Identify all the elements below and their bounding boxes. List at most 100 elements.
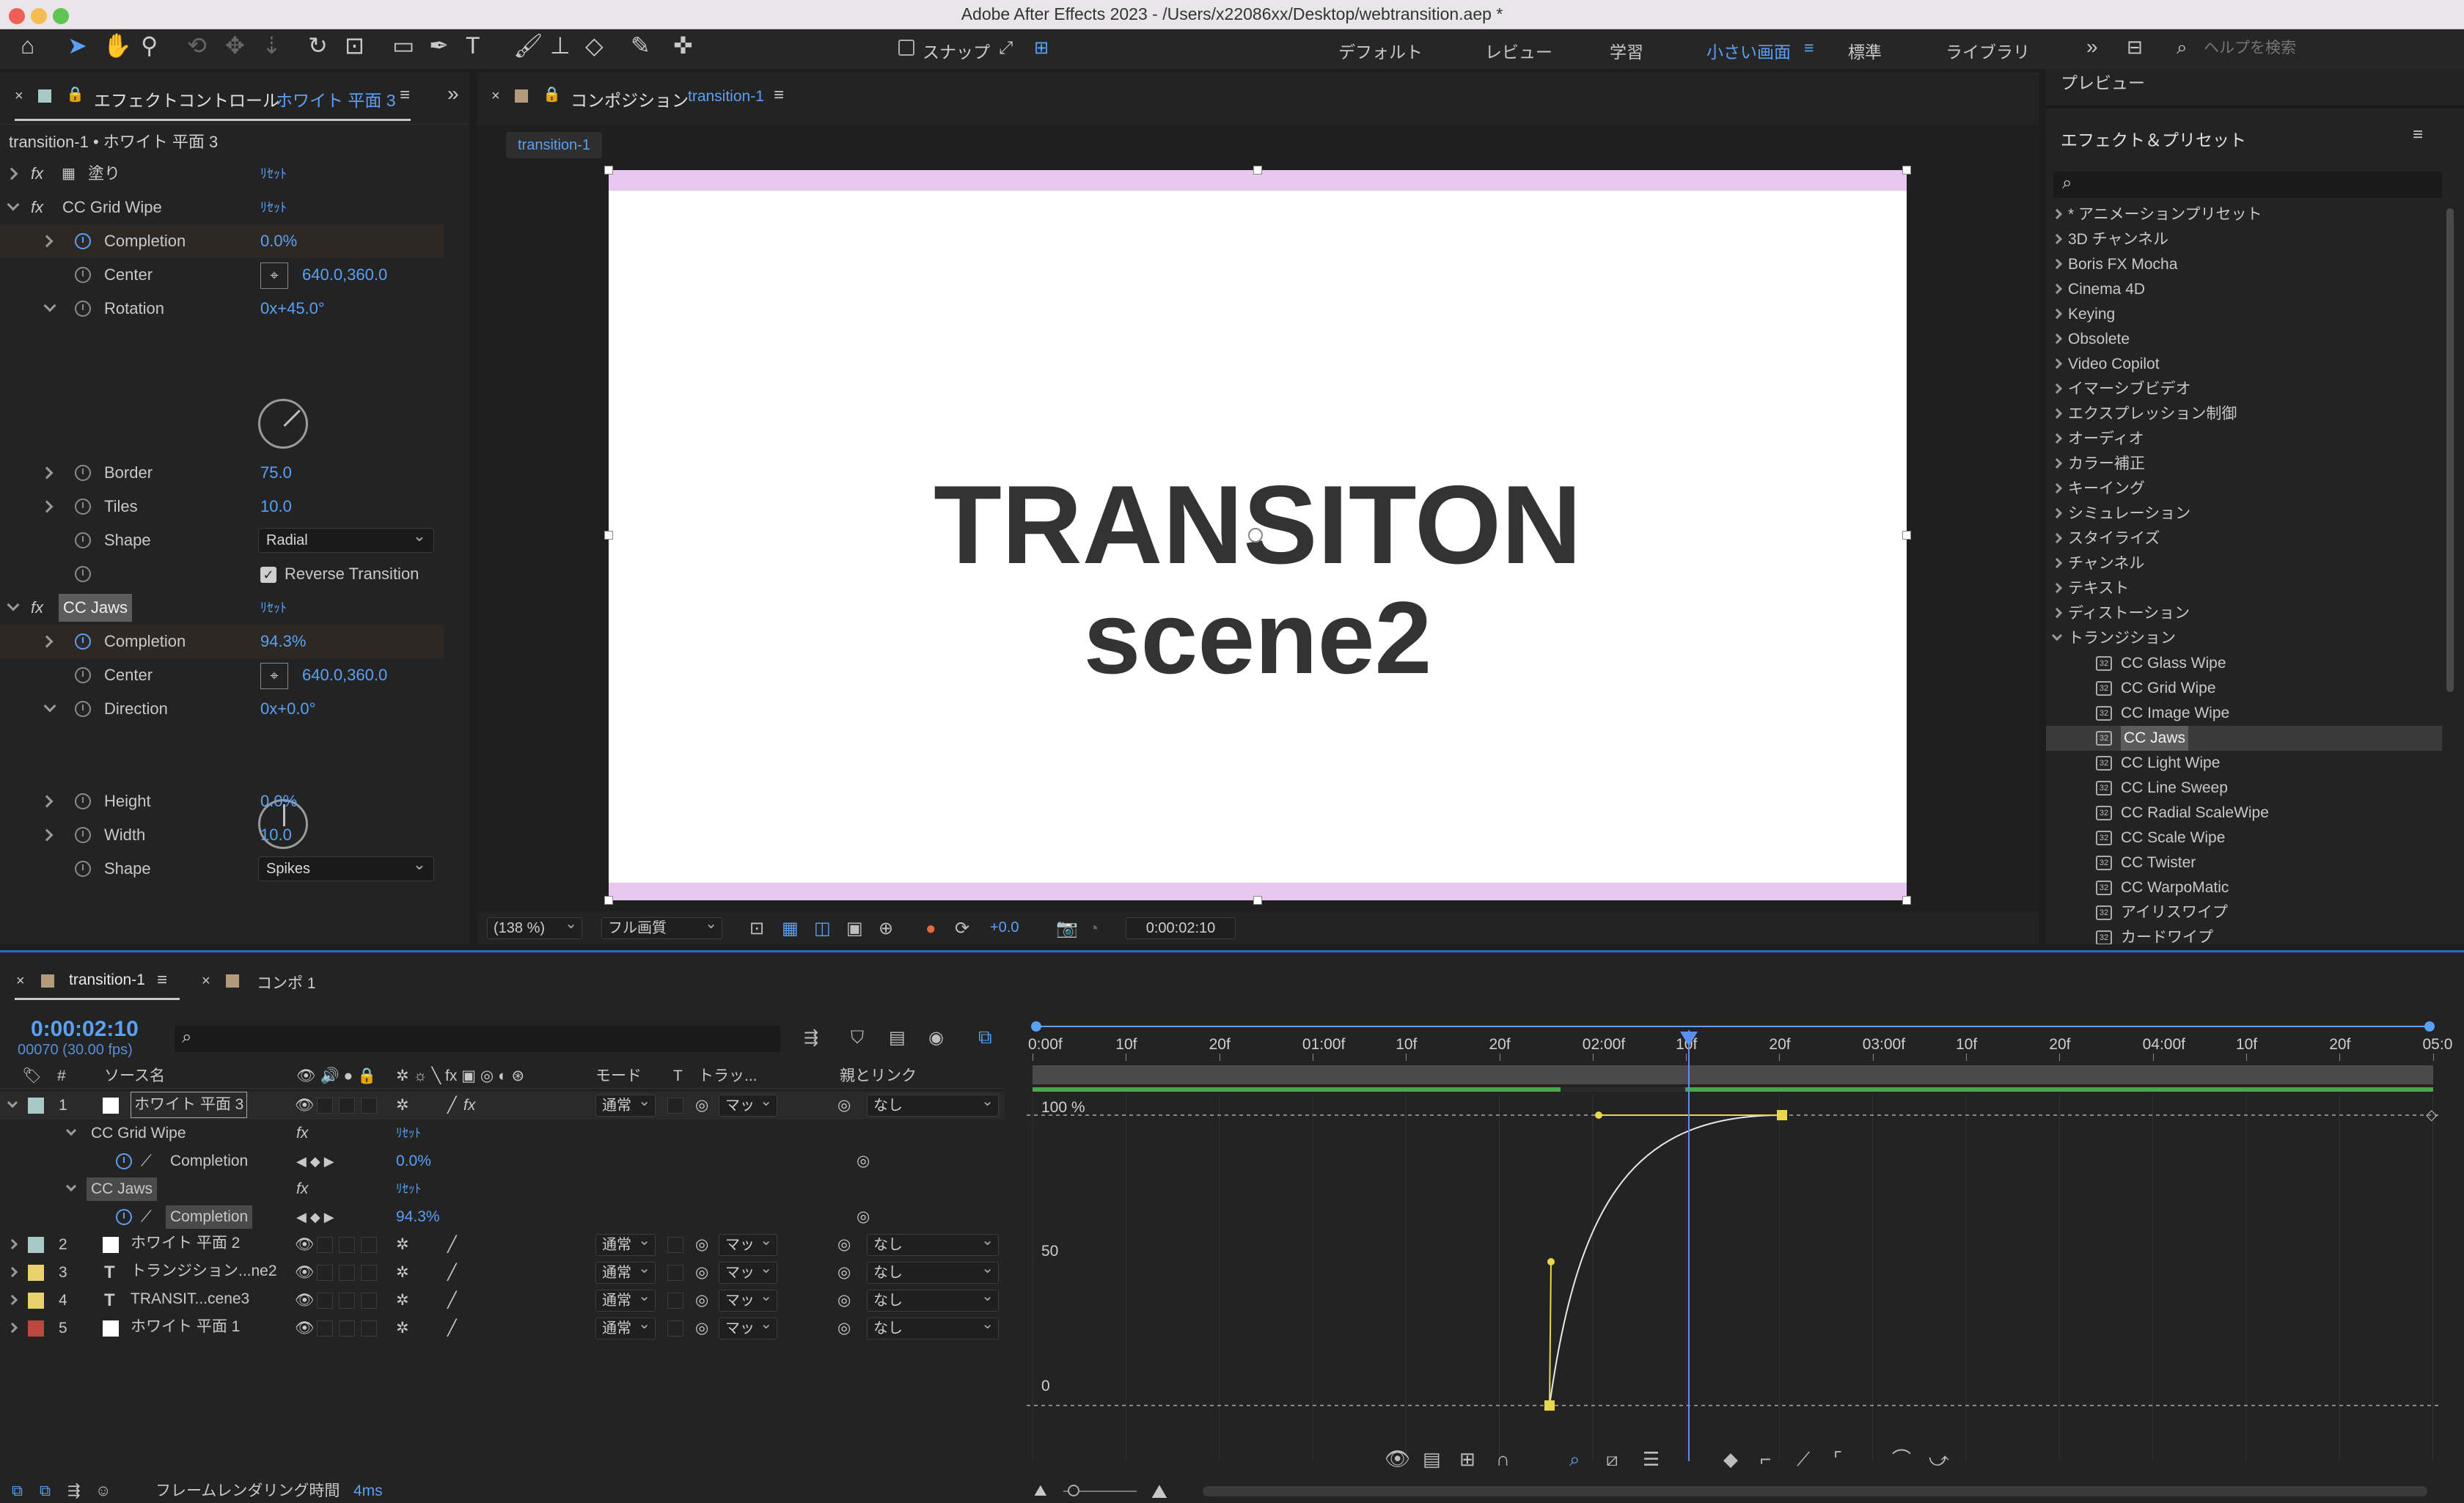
effect-fill-row[interactable]: fx ▦ 塗り ﾘｾｯﾄ bbox=[0, 157, 469, 191]
fit-all-icon[interactable]: ⧄ bbox=[1606, 1448, 1618, 1470]
home-icon[interactable]: ⌂ bbox=[21, 32, 34, 59]
render-mini-icon[interactable]: ☺ bbox=[95, 1477, 111, 1503]
pan-tool-icon[interactable]: ✥ bbox=[225, 32, 245, 59]
preserve-transparency-box[interactable] bbox=[667, 1265, 683, 1281]
rotate-tool-icon[interactable]: ↻ bbox=[308, 32, 328, 59]
mode-dropdown[interactable]: 通常 bbox=[595, 1091, 656, 1117]
exposure-value[interactable]: +0.0 bbox=[990, 919, 1019, 936]
zoom-in-icon[interactable]: ⛰ bbox=[1151, 1477, 1167, 1503]
jaws-center-row[interactable]: Center ⌖ 640.0,360.0 bbox=[0, 658, 469, 692]
zoom-tool-icon[interactable]: ⚲ bbox=[141, 32, 158, 59]
timeline-tab-active[interactable]: transition-1 bbox=[69, 971, 145, 989]
snap-target-icon[interactable]: ⊞ bbox=[1034, 35, 1049, 62]
lock-icon[interactable]: 🔒 bbox=[543, 85, 561, 103]
panel-menu-icon[interactable]: ≡ bbox=[774, 85, 784, 106]
handle-tl[interactable] bbox=[604, 166, 613, 174]
expand-chevron-icon[interactable] bbox=[7, 1266, 18, 1278]
stopwatch-icon[interactable] bbox=[75, 667, 91, 683]
playhead[interactable] bbox=[1688, 1030, 1690, 1461]
resolution-icon[interactable]: ▣ bbox=[846, 918, 863, 940]
preset-effect-item[interactable]: 32 CC Light Wipe bbox=[2046, 751, 2442, 776]
preset-category[interactable]: Obsolete bbox=[2046, 327, 2442, 352]
layer-row[interactable]: 4 T TRANSIT...cene3 👁 ✲ ╱ 通常 ◎ マッ ◎ なし bbox=[0, 1286, 1005, 1315]
preset-effect-item[interactable]: 32 CC Image Wipe bbox=[2046, 701, 2442, 726]
preset-effect-item[interactable]: 32 アイリスワイプ bbox=[2046, 900, 2442, 925]
layer-row[interactable]: 3 T トランジション...ne2 👁 ✲ ╱ 通常 ◎ マッ ◎ なし bbox=[0, 1258, 1005, 1287]
timeline-timecode[interactable]: 0:00:02:10 bbox=[31, 1017, 139, 1042]
color-management-icon[interactable]: ⟳ bbox=[955, 918, 969, 940]
chevron-icon[interactable] bbox=[2051, 582, 2063, 594]
col-source[interactable]: ソース名 bbox=[104, 1064, 165, 1089]
stopwatch-icon[interactable] bbox=[75, 861, 91, 877]
preset-category[interactable]: シミュレーション bbox=[2046, 501, 2442, 526]
fit-selection-icon[interactable]: ⌕ bbox=[1569, 1448, 1580, 1470]
visibility-eye-icon[interactable]: 👁 bbox=[295, 1259, 315, 1287]
mode-dropdown[interactable]: 通常 bbox=[595, 1286, 656, 1312]
preset-category[interactable]: * アニメーションプリセット bbox=[2046, 202, 2442, 227]
preset-category[interactable]: チャンネル bbox=[2046, 551, 2442, 576]
preset-effect-item[interactable]: 32 CC WarpoMatic bbox=[2046, 875, 2442, 900]
layer-name[interactable]: ホワイト 平面 2 bbox=[131, 1231, 240, 1257]
viewer-timecode[interactable]: 0:00:02:10 bbox=[1126, 917, 1236, 939]
handle-br[interactable] bbox=[1902, 896, 1911, 905]
grid-wipe-rotation-row[interactable]: Rotation 0x+45.0° bbox=[0, 292, 469, 326]
effect-controls-tab-label[interactable]: エフェクトコントロール bbox=[94, 87, 279, 111]
quality-switch-icon[interactable]: ╱ bbox=[447, 1287, 457, 1315]
quality-switch-icon[interactable]: ╱ bbox=[447, 1231, 457, 1259]
rotation-dial[interactable] bbox=[258, 399, 308, 449]
handle-bl[interactable] bbox=[604, 896, 613, 905]
grid-wipe-border-value[interactable]: 75.0 bbox=[260, 456, 292, 490]
track-matte-dropdown[interactable]: マッ bbox=[719, 1230, 777, 1256]
visibility-eye-icon[interactable]: 👁 bbox=[295, 1231, 315, 1259]
presets-search-input[interactable] bbox=[2087, 174, 2432, 196]
layer-name[interactable]: ホワイト 平面 1 bbox=[131, 1315, 240, 1341]
stopwatch-icon[interactable] bbox=[75, 566, 91, 582]
orbit-tool-icon[interactable]: ⟲ bbox=[187, 32, 207, 59]
pickwhip-icon[interactable]: ◎ bbox=[837, 1287, 851, 1315]
linear-icon[interactable]: ⟋ bbox=[1797, 1448, 1810, 1470]
preset-category[interactable]: Boris FX Mocha bbox=[2046, 252, 2442, 277]
quality-dropdown[interactable]: フル画質 bbox=[601, 914, 722, 939]
timeline-horizontal-scrollbar[interactable] bbox=[1203, 1486, 2427, 1496]
shy-switch-icon[interactable]: ✲ bbox=[396, 1092, 409, 1120]
track-matte-dropdown[interactable]: マッ bbox=[719, 1286, 777, 1312]
preset-effect-item[interactable]: 32 CC Radial ScaleWipe bbox=[2046, 801, 2442, 826]
layer-mini-icon[interactable]: ⧉ bbox=[40, 1477, 51, 1503]
timeline-tab-other[interactable]: コンポ 1 bbox=[257, 971, 316, 993]
preset-category[interactable]: トランジション bbox=[2046, 626, 2442, 651]
preset-category[interactable]: Keying bbox=[2046, 302, 2442, 327]
stopwatch-icon[interactable] bbox=[75, 793, 91, 809]
layer-row[interactable]: 2 ホワイト 平面 2 👁 ✲ ╱ 通常 ◎ マッ ◎ なし bbox=[0, 1230, 1005, 1259]
preset-effect-item[interactable]: 32 CC Grid Wipe bbox=[2046, 676, 2442, 701]
puppet-tool-icon[interactable]: ✜ bbox=[673, 32, 693, 59]
stopwatch-icon[interactable] bbox=[116, 1153, 132, 1169]
layer-row[interactable]: 1 ホワイト 平面 3 👁 ✲ ╱fx 通常 ◎ マッ ◎ なし bbox=[0, 1091, 1005, 1120]
handle-tr[interactable] bbox=[1902, 166, 1911, 174]
easy-ease-icon[interactable]: ⌒ bbox=[1892, 1448, 1911, 1470]
preset-effect-item[interactable]: 32 カードワイプ bbox=[2046, 925, 2442, 944]
preview-panel-label[interactable]: プレビュー bbox=[2061, 69, 2145, 94]
grid-wipe-completion-row[interactable]: Completion 0.0% bbox=[0, 224, 444, 258]
selection-tool-icon[interactable]: ➤ bbox=[67, 32, 87, 59]
pickwhip-icon[interactable]: ◎ bbox=[837, 1315, 851, 1342]
jaws-direction-row[interactable]: Direction 0x+0.0° bbox=[0, 692, 469, 726]
mode-dropdown[interactable]: 通常 bbox=[595, 1230, 656, 1256]
expand-chevron-icon[interactable] bbox=[7, 1294, 18, 1306]
type-tool-icon[interactable]: T bbox=[466, 32, 480, 59]
chevron-icon[interactable] bbox=[2051, 408, 2063, 419]
close-tab-icon[interactable]: × bbox=[491, 88, 500, 105]
jaws-width-row[interactable]: Width 10.0 bbox=[0, 818, 469, 852]
parent-dropdown[interactable]: なし bbox=[867, 1258, 999, 1284]
label-color-swatch[interactable] bbox=[28, 1265, 44, 1281]
chevron-icon[interactable] bbox=[2051, 630, 2063, 642]
zoom-dropdown[interactable]: (138 %) bbox=[487, 914, 582, 939]
panel-menu-icon[interactable]: ≡ bbox=[400, 85, 410, 106]
preset-category[interactable]: テキスト bbox=[2046, 576, 2442, 601]
region-of-interest-icon[interactable]: ⊡ bbox=[749, 918, 764, 940]
chevron-icon[interactable] bbox=[2051, 557, 2063, 569]
zoom-slider[interactable] bbox=[1063, 1485, 1137, 1496]
mask-visibility-icon[interactable]: ◫ bbox=[814, 918, 831, 940]
workspace-menu-icon[interactable]: ≡ bbox=[1804, 38, 1814, 58]
chevron-icon[interactable] bbox=[2051, 433, 2063, 444]
jaws-completion-row[interactable]: Completion 94.3% bbox=[0, 625, 444, 658]
